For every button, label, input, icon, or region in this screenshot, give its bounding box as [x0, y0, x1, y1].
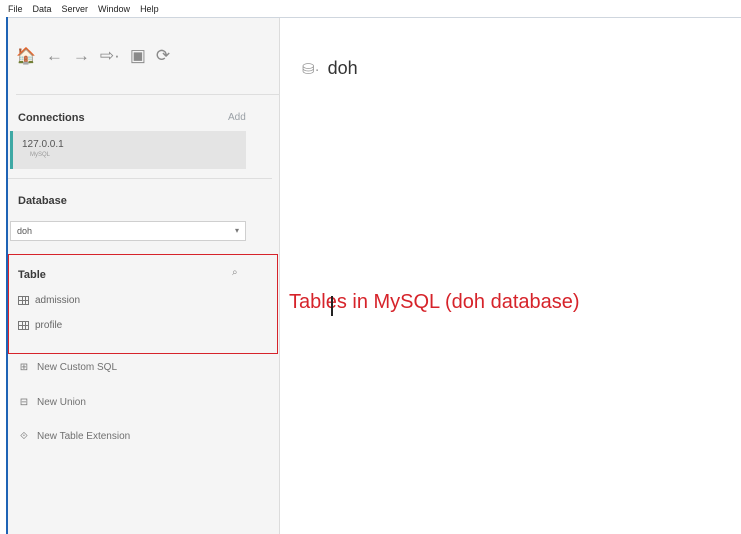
new-table-extension-action[interactable]: ⟐ New Table Extension — [18, 431, 130, 442]
connection-item[interactable]: 127.0.0.1 MySQL — [10, 131, 246, 169]
refresh-icon[interactable]: ⟳ — [156, 46, 170, 66]
database-selected-value: doh — [17, 226, 33, 236]
canvas-db-name: doh — [327, 58, 358, 78]
new-custom-sql-action[interactable]: ⊞ New Custom SQL — [18, 362, 117, 373]
home-icon[interactable]: 🏠 — [16, 46, 36, 66]
menu-server[interactable]: Server — [58, 4, 95, 14]
menu-help[interactable]: Help — [136, 4, 165, 14]
menu-file[interactable]: File — [4, 4, 29, 14]
divider — [8, 178, 272, 179]
table-extension-icon: ⟐ — [20, 431, 28, 442]
menu-window[interactable]: Window — [94, 4, 136, 14]
menu-bar: File Data Server Window Help — [0, 0, 741, 17]
toolbar: 🏠 ← → ⇨· ▣ ⟳ — [16, 46, 170, 66]
new-union-action[interactable]: ⊟ New Union — [18, 397, 86, 408]
connections-heading: Connections — [18, 112, 85, 124]
union-icon: ⊟ — [19, 397, 29, 408]
database-heading: Database — [18, 195, 67, 207]
canvas-header: ⛁· doh — [302, 58, 358, 79]
annotation-text: Tables in MySQL (doh database) — [289, 291, 580, 313]
action-label: New Union — [37, 397, 86, 408]
text-cursor — [331, 296, 333, 316]
connection-type: MySQL — [30, 152, 51, 158]
action-label: New Table Extension — [37, 431, 131, 442]
chevron-down-icon: ▾ — [234, 226, 239, 235]
add-connection-link[interactable]: Add — [228, 112, 246, 123]
save-icon[interactable]: ▣ — [130, 46, 146, 66]
database-select[interactable]: doh ▾ — [10, 221, 246, 241]
action-label: New Custom SQL — [37, 362, 118, 373]
back-arrow-icon[interactable]: ← — [46, 46, 63, 66]
custom-sql-icon: ⊞ — [19, 362, 29, 373]
database-icon[interactable]: ⛁· — [302, 60, 320, 78]
divider — [16, 94, 280, 95]
forward-arrow-icon[interactable]: → — [73, 46, 90, 66]
table-highlight-box — [8, 254, 278, 354]
connection-host: 127.0.0.1 — [22, 139, 64, 150]
exchange-icon[interactable]: ⇨· — [100, 46, 120, 66]
menu-data[interactable]: Data — [29, 4, 58, 14]
